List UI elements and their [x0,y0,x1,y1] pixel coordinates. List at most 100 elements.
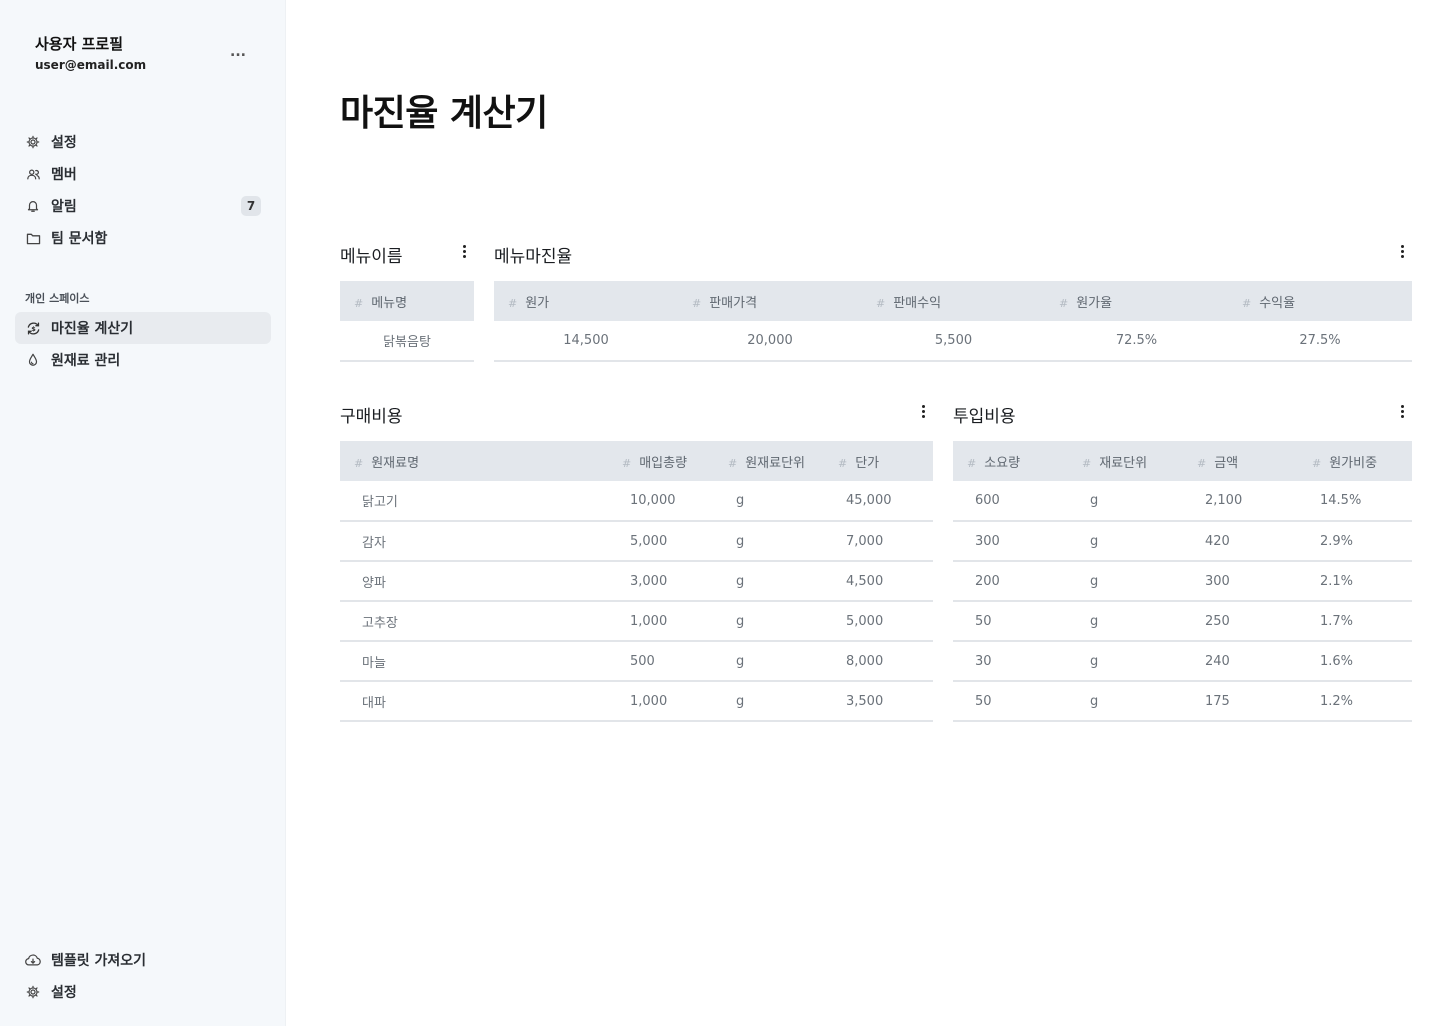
table-cell[interactable]: 5,000 [608,521,714,562]
table-cell[interactable]: 240 [1183,641,1298,682]
table-cell[interactable]: g [714,641,824,682]
column-header-label: 판매가격 [709,295,758,311]
table-cell[interactable]: 600 [953,481,1068,522]
column-header[interactable]: # 원가율 [1045,281,1228,321]
column-header[interactable]: # 재료단위 [1068,441,1183,481]
table-cell[interactable]: 2,100 [1183,481,1298,522]
column-header[interactable]: # 소요량 [953,441,1068,481]
currency-exchange-icon: $ [25,320,41,336]
column-header[interactable]: # 판매가격 [678,281,862,321]
table-cell[interactable]: 200 [953,561,1068,602]
number-type-icon: # [622,456,632,470]
table-cell[interactable]: 닭볶음탕 [340,321,474,362]
table-cell[interactable]: 10,000 [608,481,714,522]
table-cell[interactable]: 3,000 [608,561,714,602]
table-cell[interactable]: g [1068,681,1183,722]
table-cell[interactable]: 50 [953,601,1068,642]
table-cell[interactable]: 300 [953,521,1068,562]
table-row: 닭고기 10,000 g 45,000 [340,481,933,522]
table-cell[interactable]: 5,000 [824,601,933,642]
sidebar-item-label: 멤버 [51,167,77,183]
table-cell[interactable]: 1.7% [1298,601,1412,642]
table-row: 닭볶음탕 [340,321,474,362]
column-header[interactable]: # 매입총량 [608,441,714,481]
table-cell[interactable]: 8,000 [824,641,933,682]
table-cell[interactable]: g [714,561,824,602]
column-header[interactable]: # 원재료단위 [714,441,824,481]
cloud-download-icon [25,952,41,968]
number-type-icon: # [692,296,702,310]
number-type-icon: # [1082,456,1092,470]
table-cell[interactable]: 20,000 [678,321,862,362]
table-cell[interactable]: 4,500 [824,561,933,602]
sidebar-item-label: 팀 문서함 [51,231,108,247]
menu-margin-options-icon[interactable] [1396,243,1408,259]
table-cell[interactable]: 14,500 [494,321,678,362]
table-cell[interactable]: g [1068,521,1183,562]
table-cell[interactable]: 감자 [340,521,608,562]
column-header[interactable]: # 메뉴명 [340,281,474,321]
table-cell[interactable]: 3,500 [824,681,933,722]
table-cell[interactable]: 420 [1183,521,1298,562]
sidebar-item-settings[interactable]: 설정 [15,126,271,158]
input-cost-options-icon[interactable] [1396,403,1408,419]
column-header[interactable]: # 금액 [1183,441,1298,481]
table-cell[interactable]: 45,000 [824,481,933,522]
table-cell[interactable]: 1,000 [608,601,714,642]
sidebar-item-notifications[interactable]: 알림 7 [15,190,271,222]
sidebar-item-settings-bottom[interactable]: 설정 [15,976,271,1008]
table-cell[interactable]: 300 [1183,561,1298,602]
table-cell[interactable]: 27.5% [1228,321,1412,362]
table-cell[interactable]: 250 [1183,601,1298,642]
column-header[interactable]: # 원가비중 [1298,441,1412,481]
table-cell[interactable]: 72.5% [1045,321,1228,362]
column-header-label: 원재료명 [371,455,420,471]
table-cell[interactable]: 2.9% [1298,521,1412,562]
column-header-label: 판매수익 [893,295,942,311]
users-icon [25,166,41,182]
table-row: 양파 3,000 g 4,500 [340,561,933,602]
table-cell[interactable]: 2.1% [1298,561,1412,602]
purchase-cost-options-icon[interactable] [917,403,929,419]
table-cell[interactable]: 1,000 [608,681,714,722]
table-cell[interactable]: g [714,681,824,722]
sidebar-item-team-docs[interactable]: 팀 문서함 [15,222,271,254]
table-cell[interactable]: 마늘 [340,641,608,682]
table-cell[interactable]: 5,500 [862,321,1045,362]
svg-text:$: $ [31,324,36,332]
table-cell[interactable]: 14.5% [1298,481,1412,522]
column-header[interactable]: # 단가 [824,441,933,481]
table-cell[interactable]: g [1068,641,1183,682]
table-cell[interactable]: g [714,481,824,522]
table-cell[interactable]: g [1068,481,1183,522]
table-cell[interactable]: 대파 [340,681,608,722]
sidebar-item-members[interactable]: 멤버 [15,158,271,190]
table-cell[interactable]: g [1068,601,1183,642]
table-cell[interactable]: 1.6% [1298,641,1412,682]
number-type-icon: # [1312,456,1322,470]
table-cell[interactable]: 500 [608,641,714,682]
table-cell[interactable]: g [1068,561,1183,602]
table-cell[interactable]: 175 [1183,681,1298,722]
table-cell[interactable]: 양파 [340,561,608,602]
table-cell[interactable]: g [714,521,824,562]
table-cell[interactable]: 7,000 [824,521,933,562]
input-cost-table: # 소요량 # 재료단위 # 금액 # 원가비중 600 g 2,100 14.5% 300 g 420 2… [953,441,1412,722]
sidebar-item-ingredient-management[interactable]: 원재료 관리 [15,344,271,376]
sidebar-item-import-template[interactable]: 템플릿 가져오기 [15,944,271,976]
table-row: 마늘 500 g 8,000 [340,641,933,682]
menu-name-options-icon[interactable] [458,243,470,259]
column-header[interactable]: # 판매수익 [862,281,1045,321]
table-cell[interactable]: 닭고기 [340,481,608,522]
column-header[interactable]: # 수익율 [1228,281,1412,321]
more-options-button[interactable]: ... [230,44,246,60]
table-row: 감자 5,000 g 7,000 [340,521,933,562]
table-cell[interactable]: g [714,601,824,642]
table-cell[interactable]: 30 [953,641,1068,682]
table-cell[interactable]: 1.2% [1298,681,1412,722]
sidebar-item-margin-calculator[interactable]: $ 마진율 계산기 [15,312,271,344]
column-header[interactable]: # 원가 [494,281,678,321]
table-cell[interactable]: 50 [953,681,1068,722]
column-header[interactable]: # 원재료명 [340,441,608,481]
table-cell[interactable]: 고추장 [340,601,608,642]
